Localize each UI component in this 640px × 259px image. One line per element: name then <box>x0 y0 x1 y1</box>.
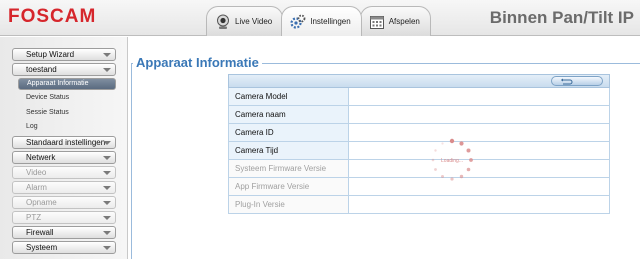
sidebar-item-netwerk[interactable]: Netwerk <box>12 151 116 164</box>
chevron-down-icon <box>103 68 111 72</box>
table-row: Camera Tijd <box>228 142 610 160</box>
chevron-down-icon <box>103 53 111 57</box>
refresh-button[interactable] <box>551 76 603 86</box>
row-label: Camera ID <box>229 124 349 141</box>
sidebar-item-firewall[interactable]: Firewall <box>12 226 116 239</box>
tab-label: Afspelen <box>388 17 420 26</box>
section-title: Apparaat Informatie <box>133 55 262 70</box>
row-label: Camera Tijd <box>229 142 349 159</box>
sidebar-item-label: Systeem <box>26 243 58 252</box>
chevron-down-icon <box>103 246 111 250</box>
loading-spinner: Loading... <box>429 137 475 183</box>
sidebar-item-alarm[interactable]: Alarm <box>12 181 116 194</box>
sidebar-item-label: Standaard instellingen <box>26 138 106 147</box>
row-value <box>349 196 609 213</box>
row-value <box>349 124 609 141</box>
chevron-down-icon <box>103 171 111 175</box>
sidebar-subitem-apparaat-informatie[interactable]: Apparaat Informatie <box>18 78 116 90</box>
camera-model-title: Binnen Pan/Tilt IP <box>489 8 634 27</box>
sidebar-subitem-device-status[interactable]: Device Status <box>26 94 69 101</box>
chevron-down-icon <box>103 186 111 190</box>
sidebar-item-label: PTZ <box>26 213 42 222</box>
row-label: Camera Model <box>229 88 349 105</box>
table-row: Camera naam <box>228 106 610 124</box>
foscam-logo: FOSCAM <box>8 6 97 27</box>
sidebar-item-ptz[interactable]: PTZ <box>12 211 116 224</box>
tab-afspelen[interactable]: Afspelen <box>359 6 431 36</box>
sidebar-item-label: Alarm <box>26 183 47 192</box>
chevron-down-icon <box>103 216 111 220</box>
tab-label: Instellingen <box>310 17 351 26</box>
main-tabs: Live Video Instellingen Afspelen <box>206 6 431 36</box>
row-value <box>349 160 609 177</box>
chevron-down-icon <box>103 201 111 205</box>
table-row: App Firmware Versie <box>228 178 610 196</box>
chevron-down-icon <box>103 141 111 145</box>
top-header: FOSCAM Live Video Instellingen Afspelen … <box>0 0 640 36</box>
tab-live-video[interactable]: Live Video <box>206 6 284 36</box>
sidebar-item-label: Video <box>26 168 47 177</box>
sidebar-item-setup-wizard[interactable]: Setup Wizard <box>12 48 116 61</box>
loading-text: Loading... <box>441 158 463 164</box>
sidebar-subitem-log[interactable]: Log <box>26 123 38 130</box>
device-info-table: Camera Model Camera naam Camera ID Camer… <box>228 74 610 214</box>
sidebar-item-toestand[interactable]: toestand <box>12 63 116 76</box>
row-value <box>349 88 609 105</box>
sidebar-item-opname[interactable]: Opname <box>12 196 116 209</box>
sidebar-item-label: Setup Wizard <box>26 50 75 59</box>
table-row: Plug-In Versie <box>228 196 610 214</box>
tab-instellingen[interactable]: Instellingen <box>281 6 362 36</box>
sidebar-item-label: Firewall <box>26 228 54 237</box>
sidebar-item-label: Netwerk <box>26 153 56 162</box>
row-label: Systeem Firmware Versie <box>229 160 349 177</box>
row-value <box>349 178 609 195</box>
row-value <box>349 142 609 159</box>
row-value <box>349 106 609 123</box>
table-toolbar <box>228 74 610 88</box>
gear-icon <box>290 14 306 30</box>
calendar-icon <box>369 14 385 30</box>
sidebar-item-standaard-instellingen[interactable]: Standaard instellingen <box>12 136 116 149</box>
refresh-icon <box>560 78 573 85</box>
table-row: Camera Model <box>228 88 610 106</box>
row-label: Camera naam <box>229 106 349 123</box>
sidebar-item-label: Opname <box>26 198 57 207</box>
webcam-icon <box>215 14 231 30</box>
row-label: App Firmware Versie <box>229 178 349 195</box>
sidebar-item-label: toestand <box>26 65 57 74</box>
tab-label: Live Video <box>235 17 273 26</box>
chevron-down-icon <box>103 231 111 235</box>
sidebar-subitem-sessie-status[interactable]: Sessie Status <box>26 109 69 116</box>
main-content: Apparaat Informatie Camera Model Camera … <box>129 37 640 259</box>
sidebar-item-video[interactable]: Video <box>12 166 116 179</box>
table-row: Camera ID <box>228 124 610 142</box>
sidebar: Setup Wizard toestand Apparaat Informati… <box>0 37 128 259</box>
sidebar-item-systeem[interactable]: Systeem <box>12 241 116 254</box>
row-label: Plug-In Versie <box>229 196 349 213</box>
chevron-down-icon <box>103 156 111 160</box>
table-row: Systeem Firmware Versie <box>228 160 610 178</box>
